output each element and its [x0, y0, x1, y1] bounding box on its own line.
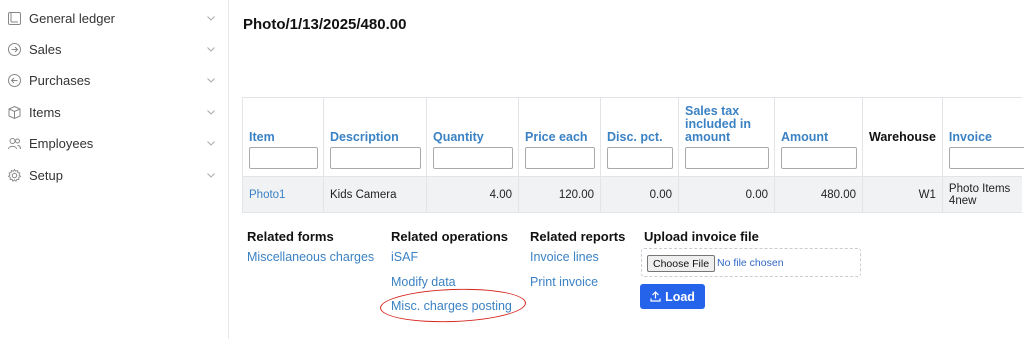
- sidebar-item-label: Setup: [29, 167, 63, 183]
- gear-icon: [6, 167, 22, 183]
- filter-input-disc-pct[interactable]: [607, 147, 673, 169]
- upload-heading: Upload invoice file: [644, 229, 759, 244]
- users-icon: [6, 135, 22, 151]
- filter-input-sales-tax[interactable]: [685, 147, 769, 169]
- cell-invoice: Photo Items 4new: [941, 176, 1023, 213]
- cell-sales-tax: 0.00: [678, 176, 775, 213]
- link-miscellaneous-charges[interactable]: Miscellaneous charges: [247, 250, 374, 264]
- chevron-down-icon: [207, 110, 215, 115]
- filter-input-price-each[interactable]: [525, 147, 595, 169]
- main-content: Photo/1/13/2025/480.00 Item Description …: [230, 0, 1024, 339]
- invoice-lines-table: Item Description Quantity Price each Dis…: [242, 97, 1024, 213]
- related-operations-heading: Related operations: [391, 229, 509, 244]
- box-icon: [6, 104, 22, 120]
- cell-description: Kids Camera: [323, 176, 427, 213]
- column-header-amount[interactable]: Amount: [774, 97, 863, 177]
- file-drop-zone[interactable]: Choose File No file chosen: [641, 248, 861, 277]
- filter-input-amount[interactable]: [781, 147, 857, 169]
- column-header-invoice[interactable]: Invoice: [941, 97, 1024, 177]
- link-isaf[interactable]: iSAF: [391, 250, 418, 264]
- table-row[interactable]: Photo1 Kids Camera 4.00 120.00 0.00 0.00…: [242, 176, 1023, 213]
- load-label: Load: [665, 289, 695, 304]
- cell-quantity: 4.00: [426, 176, 519, 213]
- filter-input-quantity[interactable]: [433, 147, 513, 169]
- arrow-right-circle-icon: [6, 41, 22, 57]
- cell-item[interactable]: Photo1: [242, 176, 324, 213]
- link-invoice-lines[interactable]: Invoice lines: [530, 250, 599, 264]
- related-forms-heading: Related forms: [247, 229, 334, 244]
- cell-warehouse: W1: [862, 176, 943, 213]
- filter-input-invoice[interactable]: [948, 147, 1024, 169]
- choose-file-button[interactable]: Choose File: [647, 255, 716, 272]
- filter-input-description[interactable]: [330, 147, 421, 169]
- chevron-down-icon: [207, 141, 215, 146]
- sidebar-item-label: Purchases: [29, 72, 91, 88]
- cell-amount: 480.00: [774, 176, 863, 213]
- chevron-down-icon: [207, 16, 215, 21]
- sidebar-item-purchases[interactable]: Purchases: [0, 66, 229, 94]
- cell-disc-pct: 0.00: [600, 176, 679, 213]
- upload-icon: [650, 291, 661, 302]
- sidebar-item-label: Employees: [29, 135, 94, 151]
- sidebar-item-general-ledger[interactable]: General ledger: [0, 4, 229, 32]
- column-header-quantity[interactable]: Quantity: [426, 97, 519, 177]
- related-reports-heading: Related reports: [530, 229, 626, 244]
- file-status: No file chosen: [717, 257, 784, 269]
- link-modify-data[interactable]: Modify data: [391, 275, 456, 289]
- column-header-sales-tax[interactable]: Sales tax included in amount: [678, 97, 775, 177]
- sidebar-item-label: General ledger: [29, 10, 115, 26]
- ledger-icon: [6, 10, 22, 26]
- arrow-left-circle-icon: [6, 72, 22, 88]
- load-button[interactable]: Load: [640, 284, 705, 309]
- filter-input-item[interactable]: [249, 147, 318, 169]
- chevron-down-icon: [207, 47, 215, 52]
- column-header-price-each[interactable]: Price each: [518, 97, 601, 177]
- chevron-down-icon: [207, 173, 215, 178]
- chevron-down-icon: [207, 78, 215, 83]
- sidebar-item-employees[interactable]: Employees: [0, 129, 229, 157]
- sidebar-item-setup[interactable]: Setup: [0, 161, 229, 189]
- column-header-item[interactable]: Item: [242, 97, 324, 177]
- sidebar: General ledger Sales Purchases Items Emp…: [0, 0, 229, 339]
- column-header-disc-pct[interactable]: Disc. pct.: [600, 97, 679, 177]
- link-print-invoice[interactable]: Print invoice: [530, 275, 598, 289]
- cell-price-each: 120.00: [518, 176, 601, 213]
- annotation-circle: [379, 286, 527, 325]
- sidebar-item-label: Sales: [29, 41, 62, 57]
- sidebar-item-items[interactable]: Items: [0, 98, 229, 126]
- page-title: Photo/1/13/2025/480.00: [243, 16, 407, 33]
- column-header-warehouse[interactable]: Warehouse: [862, 97, 943, 177]
- column-header-description[interactable]: Description: [323, 97, 427, 177]
- sidebar-item-sales[interactable]: Sales: [0, 35, 229, 63]
- sidebar-item-label: Items: [29, 104, 61, 120]
